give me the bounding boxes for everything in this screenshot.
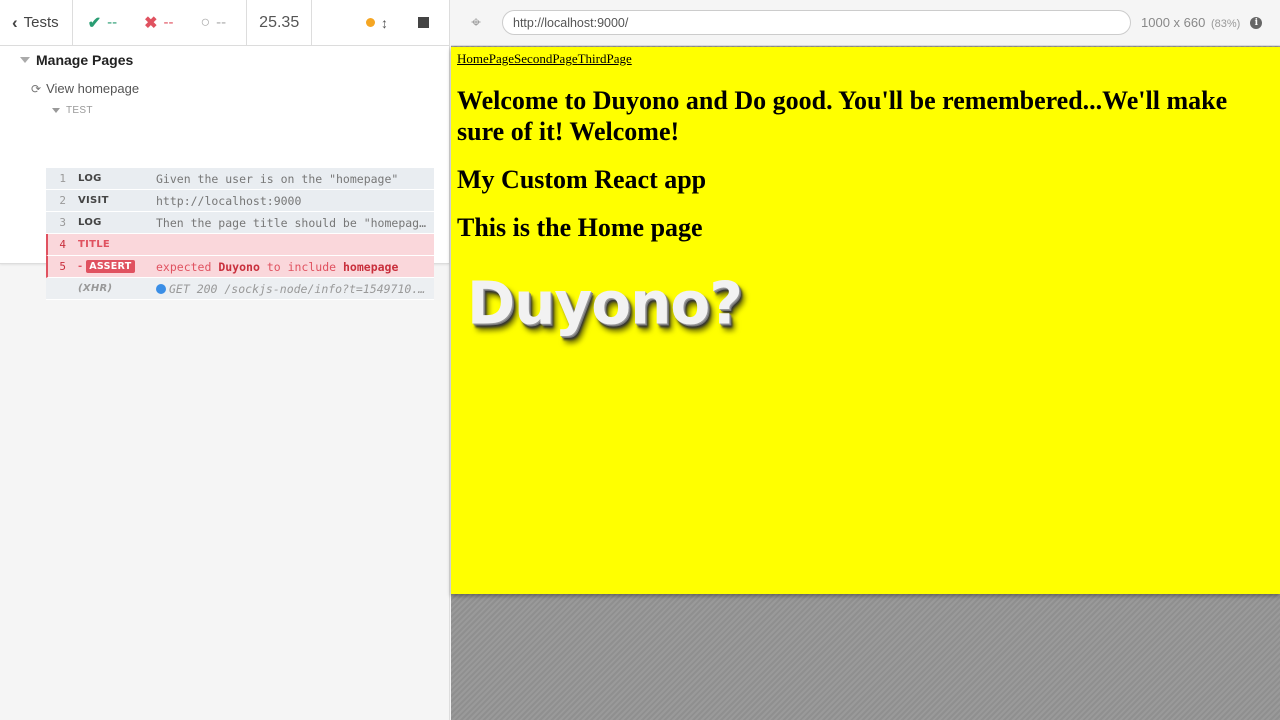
crosshair-icon[interactable]: ⌖	[451, 13, 501, 33]
info-icon[interactable]: i	[1250, 16, 1263, 29]
test-title-text: View homepage	[46, 81, 140, 96]
stats-bar: ‹ Tests ✔ -- ✖ -- ○ -- 25.35 ↕	[0, 0, 449, 46]
runnable-list: Manage Pages ⟳ View homepage TEST 1 LOG …	[0, 46, 449, 300]
assert-actual: Duyono	[218, 259, 260, 274]
assert-expected: homepage	[343, 259, 399, 274]
command-name: LOG	[78, 173, 102, 184]
command-number: 3	[59, 216, 66, 229]
command-row[interactable]: 2 VISIT http://localhost:9000	[46, 190, 434, 212]
viewport-scale: (83%)	[1210, 18, 1241, 30]
welcome-heading: Welcome to Duyono and Do good. You'll be…	[457, 86, 1228, 146]
nav-link-thirdpage[interactable]: ThirdPage	[578, 51, 632, 66]
failed-stat: ✖ --	[129, 13, 185, 33]
resize-icon[interactable]: ↕	[381, 15, 388, 31]
pending-stat: ○ --	[186, 14, 239, 32]
command-list: 1 LOG Given the user is on the "homepage…	[46, 168, 434, 300]
command-name: LOG	[78, 217, 102, 228]
command-number: 2	[59, 194, 66, 207]
check-icon: ✔	[87, 14, 102, 32]
command-number: 4	[59, 238, 66, 251]
pending-count: --	[216, 14, 227, 31]
command-name: (XHR)	[78, 283, 113, 294]
passed-stat: ✔ --	[73, 13, 129, 33]
command-number: 5	[59, 260, 66, 273]
xhr-status-dot	[156, 283, 166, 294]
command-name: TITLE	[78, 239, 111, 250]
aut-panel: ⌖ http://localhost:9000/ 1000 x 660 (83%…	[451, 0, 1280, 720]
page-heading: This is the Home page	[457, 213, 703, 242]
x-icon: ✖	[144, 14, 158, 32]
spinner-icon: ○	[200, 13, 211, 31]
assert-prefix: -	[78, 261, 83, 272]
command-message: expected Duyono to include homepage	[156, 260, 434, 274]
aut-header: ⌖ http://localhost:9000/ 1000 x 660 (83%…	[451, 0, 1280, 46]
nav-link-secondpage[interactable]: SecondPage	[514, 51, 578, 66]
tests-label: Tests	[23, 14, 59, 31]
command-row[interactable]: 1 LOG Given the user is on the "homepage…	[46, 168, 434, 190]
passed-count: --	[107, 14, 118, 31]
command-row-failed[interactable]: 4 TITLE	[46, 234, 434, 256]
reporter-panel: ‹ Tests ✔ -- ✖ -- ○ -- 25.35 ↕ Manage Pa…	[0, 0, 450, 720]
command-row-xhr[interactable]: (XHR) GET 200 /sockjs-node/info?t=154971…	[46, 278, 434, 300]
command-row[interactable]: 3 LOG Then the page title should be "hom…	[46, 212, 434, 234]
command-name: - ASSERT	[66, 260, 156, 273]
assert-msg-c: to include	[266, 259, 337, 274]
command-message: http://localhost:9000	[156, 193, 302, 208]
tests-button[interactable]: ‹ Tests	[0, 0, 73, 45]
command-name: VISIT	[78, 195, 109, 206]
duration: 25.35	[246, 0, 313, 45]
suite-title[interactable]: Manage Pages	[20, 52, 133, 68]
refresh-icon: ⟳	[31, 81, 42, 96]
command-number: 1	[59, 172, 66, 185]
caret-down-icon	[52, 108, 60, 113]
caret-down-icon	[20, 57, 30, 63]
app-nav: HomePageSecondPageThirdPage	[457, 51, 632, 67]
failed-count: --	[163, 14, 174, 31]
stop-icon[interactable]	[418, 17, 429, 28]
hook-label[interactable]: TEST	[52, 105, 93, 116]
command-message: GET 200 /sockjs-node/info?t=1549710...	[156, 282, 434, 296]
viewport-info: 1000 x 660 (83%)	[1141, 15, 1240, 30]
xhr-message: GET 200 /sockjs-node/info?t=1549710...	[169, 281, 428, 296]
app-iframe: HomePageSecondPageThirdPage Welcome to D…	[451, 47, 1280, 594]
hook-label-text: TEST	[66, 105, 93, 116]
nav-link-homepage[interactable]: HomePage	[457, 51, 514, 66]
suite-title-text: Manage Pages	[36, 52, 134, 68]
viewport-size: 1000 x 660	[1141, 15, 1206, 30]
command-row-failed[interactable]: 5 - ASSERT expected Duyono to include ho…	[46, 256, 434, 278]
command-message: Given the user is on the "homepage"	[156, 171, 399, 186]
assert-msg-a: expected	[156, 259, 212, 274]
duyono-logo: Duyono?	[467, 268, 743, 338]
running-indicator	[366, 18, 375, 27]
chevron-left-icon: ‹	[12, 12, 18, 32]
command-message: Then the page title should be "homepage"	[156, 215, 433, 230]
assert-badge: ASSERT	[86, 260, 135, 273]
test-title[interactable]: ⟳ View homepage	[31, 81, 139, 96]
app-subheading: My Custom React app	[457, 165, 707, 194]
url-bar[interactable]: http://localhost:9000/	[502, 10, 1131, 35]
